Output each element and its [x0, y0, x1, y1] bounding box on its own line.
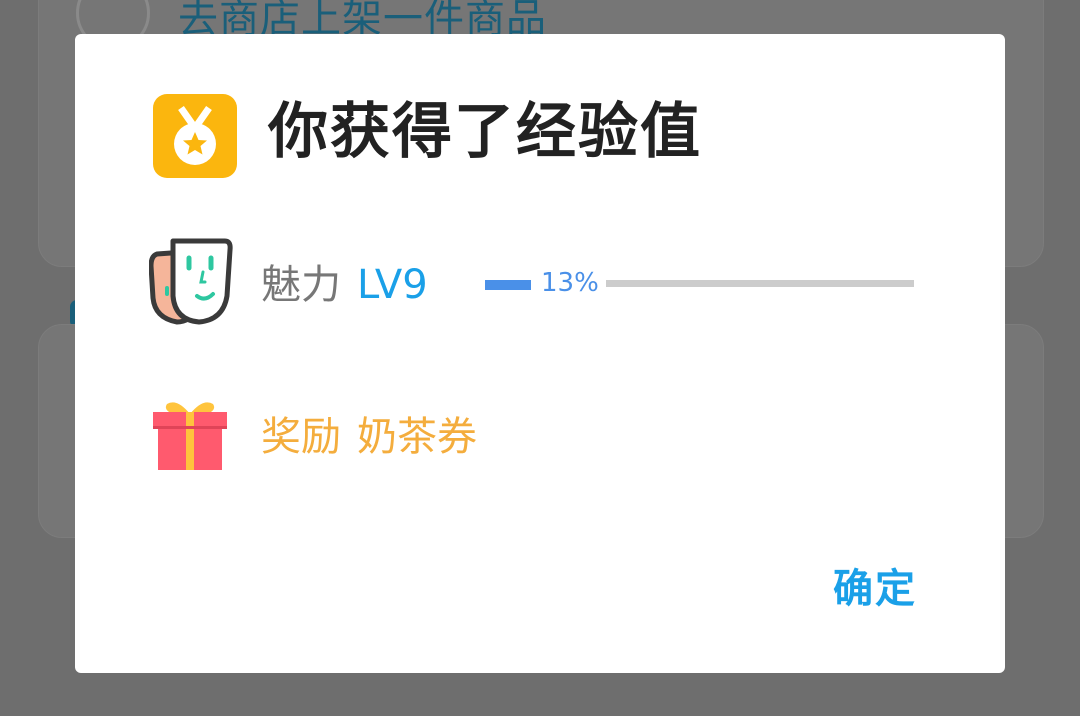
charm-level: LV9 — [357, 262, 428, 308]
progress-fill — [485, 280, 531, 290]
progress-track — [606, 280, 914, 287]
progress-percent: 13% — [541, 268, 599, 298]
charm-row: 魅力 LV9 13% — [149, 234, 929, 330]
medal-icon — [153, 94, 237, 178]
dialog-title: 你获得了经验值 — [268, 97, 702, 167]
experience-dialog: 你获得了经验值 魅力 LV9 13% 奖励 奶茶券 确定 — [75, 34, 1005, 673]
reward-label: 奖励 — [261, 414, 341, 460]
confirm-button[interactable]: 确定 — [833, 564, 917, 614]
reward-value: 奶茶券 — [357, 414, 477, 460]
screen: 去商店上架一件商品 你获得了经验值 魅力 LV9 13% 奖励 奶茶券 确定 — [0, 0, 1080, 716]
face-mask-icon — [149, 238, 233, 325]
reward-row: 奖励 奶茶券 — [153, 394, 753, 474]
charm-label: 魅力 — [261, 262, 341, 308]
gift-icon — [153, 402, 227, 470]
